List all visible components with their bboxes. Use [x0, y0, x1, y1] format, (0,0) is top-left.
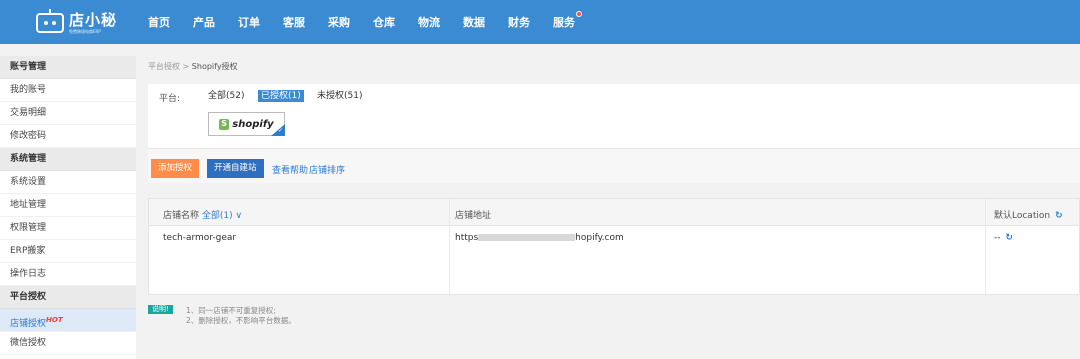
- nav-customer-service[interactable]: 客服: [283, 14, 305, 30]
- brand-name: 店小秘: [69, 10, 118, 29]
- nav-products[interactable]: 产品: [193, 14, 215, 30]
- refresh-icon[interactable]: ↻: [1055, 211, 1063, 221]
- table-row-location: -- ↻: [994, 233, 1013, 243]
- nav-purchasing[interactable]: 采购: [328, 14, 350, 30]
- column-divider: [985, 199, 986, 294]
- hot-badge: HOT: [46, 316, 63, 324]
- sidebar-item-store-auth-label: 店铺授权: [10, 319, 47, 329]
- shopify-bag-icon: [219, 118, 230, 130]
- nav-services[interactable]: 服务: [553, 11, 582, 30]
- sidebar: 账号管理 我的账号 交易明细 修改密码 系统管理 系统设置 地址管理 权限管理 …: [0, 56, 136, 359]
- nav-services-label: 服务: [553, 16, 575, 29]
- col-default-location: 默认Location ↻: [994, 208, 1063, 221]
- sidebar-item-my-account[interactable]: 我的账号: [0, 79, 136, 102]
- robot-icon: [36, 9, 64, 33]
- store-sort-link[interactable]: 店铺排序: [309, 163, 345, 176]
- col-location-label: 默认Location: [994, 211, 1051, 221]
- breadcrumb-current: Shopify授权: [191, 62, 238, 71]
- refresh-location-icon[interactable]: ↻: [1006, 233, 1014, 243]
- sidebar-item-store-auth[interactable]: 店铺授权HOT: [0, 309, 136, 332]
- sidebar-item-transactions[interactable]: 交易明细: [0, 102, 136, 125]
- filter-all[interactable]: 全部(52): [205, 90, 247, 102]
- nav-data[interactable]: 数据: [463, 14, 485, 30]
- nav-finance[interactable]: 财务: [508, 14, 530, 30]
- url-suffix: hopify.com: [575, 233, 624, 243]
- nav-orders[interactable]: 订单: [238, 14, 260, 30]
- location-value: --: [994, 233, 1001, 243]
- sidebar-item-address[interactable]: 地址管理: [0, 194, 136, 217]
- filter-unauthorized[interactable]: 未授权(51): [314, 90, 365, 102]
- breadcrumb-parent[interactable]: 平台授权: [148, 62, 180, 71]
- brand-subtitle: 免费跨境电商ERP: [69, 28, 101, 34]
- col-store-name: 店铺名称 全部(1) ∨: [163, 208, 242, 221]
- platform-label: 平台:: [159, 94, 181, 104]
- sidebar-item-operation-log[interactable]: 操作日志: [0, 263, 136, 286]
- sidebar-item-change-password[interactable]: 修改密码: [0, 125, 136, 148]
- breadcrumb: 平台授权 > Shopify授权: [148, 61, 238, 72]
- sidebar-item-wechat-auth[interactable]: 微信授权: [0, 332, 136, 355]
- nav-warehouse[interactable]: 仓库: [373, 14, 395, 30]
- main-nav: 首页 产品 订单 客服 采购 仓库 物流 数据 财务 服务: [148, 0, 598, 44]
- table-row-url: https hopify.com: [455, 233, 624, 243]
- shopify-platform-option[interactable]: shopify ✓: [208, 112, 285, 136]
- sidebar-group-system: 系统管理: [0, 148, 136, 171]
- col-store-url: 店铺地址: [455, 211, 492, 221]
- notification-dot: [576, 11, 582, 17]
- table-row-store: tech-armor-gear: [163, 233, 237, 243]
- table-header: [149, 199, 1079, 226]
- sidebar-group-account: 账号管理: [0, 56, 136, 79]
- sidebar-item-system-settings[interactable]: 系统设置: [0, 171, 136, 194]
- breadcrumb-separator: >: [182, 62, 190, 71]
- shopify-logo-text: shopify: [232, 118, 274, 130]
- action-bar: 添加授权 开通自建站 查看帮助 店铺排序: [148, 148, 1080, 183]
- col-store-name-label: 店铺名称: [163, 211, 200, 221]
- sidebar-item-permissions[interactable]: 权限管理: [0, 217, 136, 240]
- check-icon: ✓: [277, 127, 283, 134]
- store-table: 店铺名称 全部(1) ∨ 店铺地址 默认Location ↻ tech-armor…: [148, 198, 1080, 295]
- add-authorization-button[interactable]: 添加授权: [151, 159, 200, 178]
- url-prefix: https: [455, 233, 479, 243]
- nav-logistics[interactable]: 物流: [418, 14, 440, 30]
- brand-logo[interactable]: 店小秘 免费跨境电商ERP: [36, 9, 118, 36]
- sidebar-item-erp-migration[interactable]: ERP搬家: [0, 240, 136, 263]
- sidebar-group-platform-auth: 平台授权: [0, 286, 136, 309]
- help-link[interactable]: 查看帮助: [272, 163, 308, 176]
- column-divider: [449, 199, 450, 294]
- top-navigation-bar: 店小秘 免费跨境电商ERP 首页 产品 订单 客服 采购 仓库 物流 数据 财务…: [0, 0, 1080, 44]
- store-filter-dropdown[interactable]: 全部(1) ∨: [202, 211, 242, 221]
- open-site-button[interactable]: 开通自建站: [207, 159, 264, 178]
- note-line-2: 2、删除授权，不影响平台数据。: [186, 316, 296, 325]
- nav-home[interactable]: 首页: [148, 14, 170, 30]
- platform-panel: 平台: 全部(52) 已授权(1) 未授权(51) shopify ✓: [148, 84, 1080, 148]
- notes-badge: 说明!: [148, 305, 173, 314]
- filter-authorized[interactable]: 已授权(1): [258, 90, 304, 102]
- redacted-url-mask: [478, 234, 576, 241]
